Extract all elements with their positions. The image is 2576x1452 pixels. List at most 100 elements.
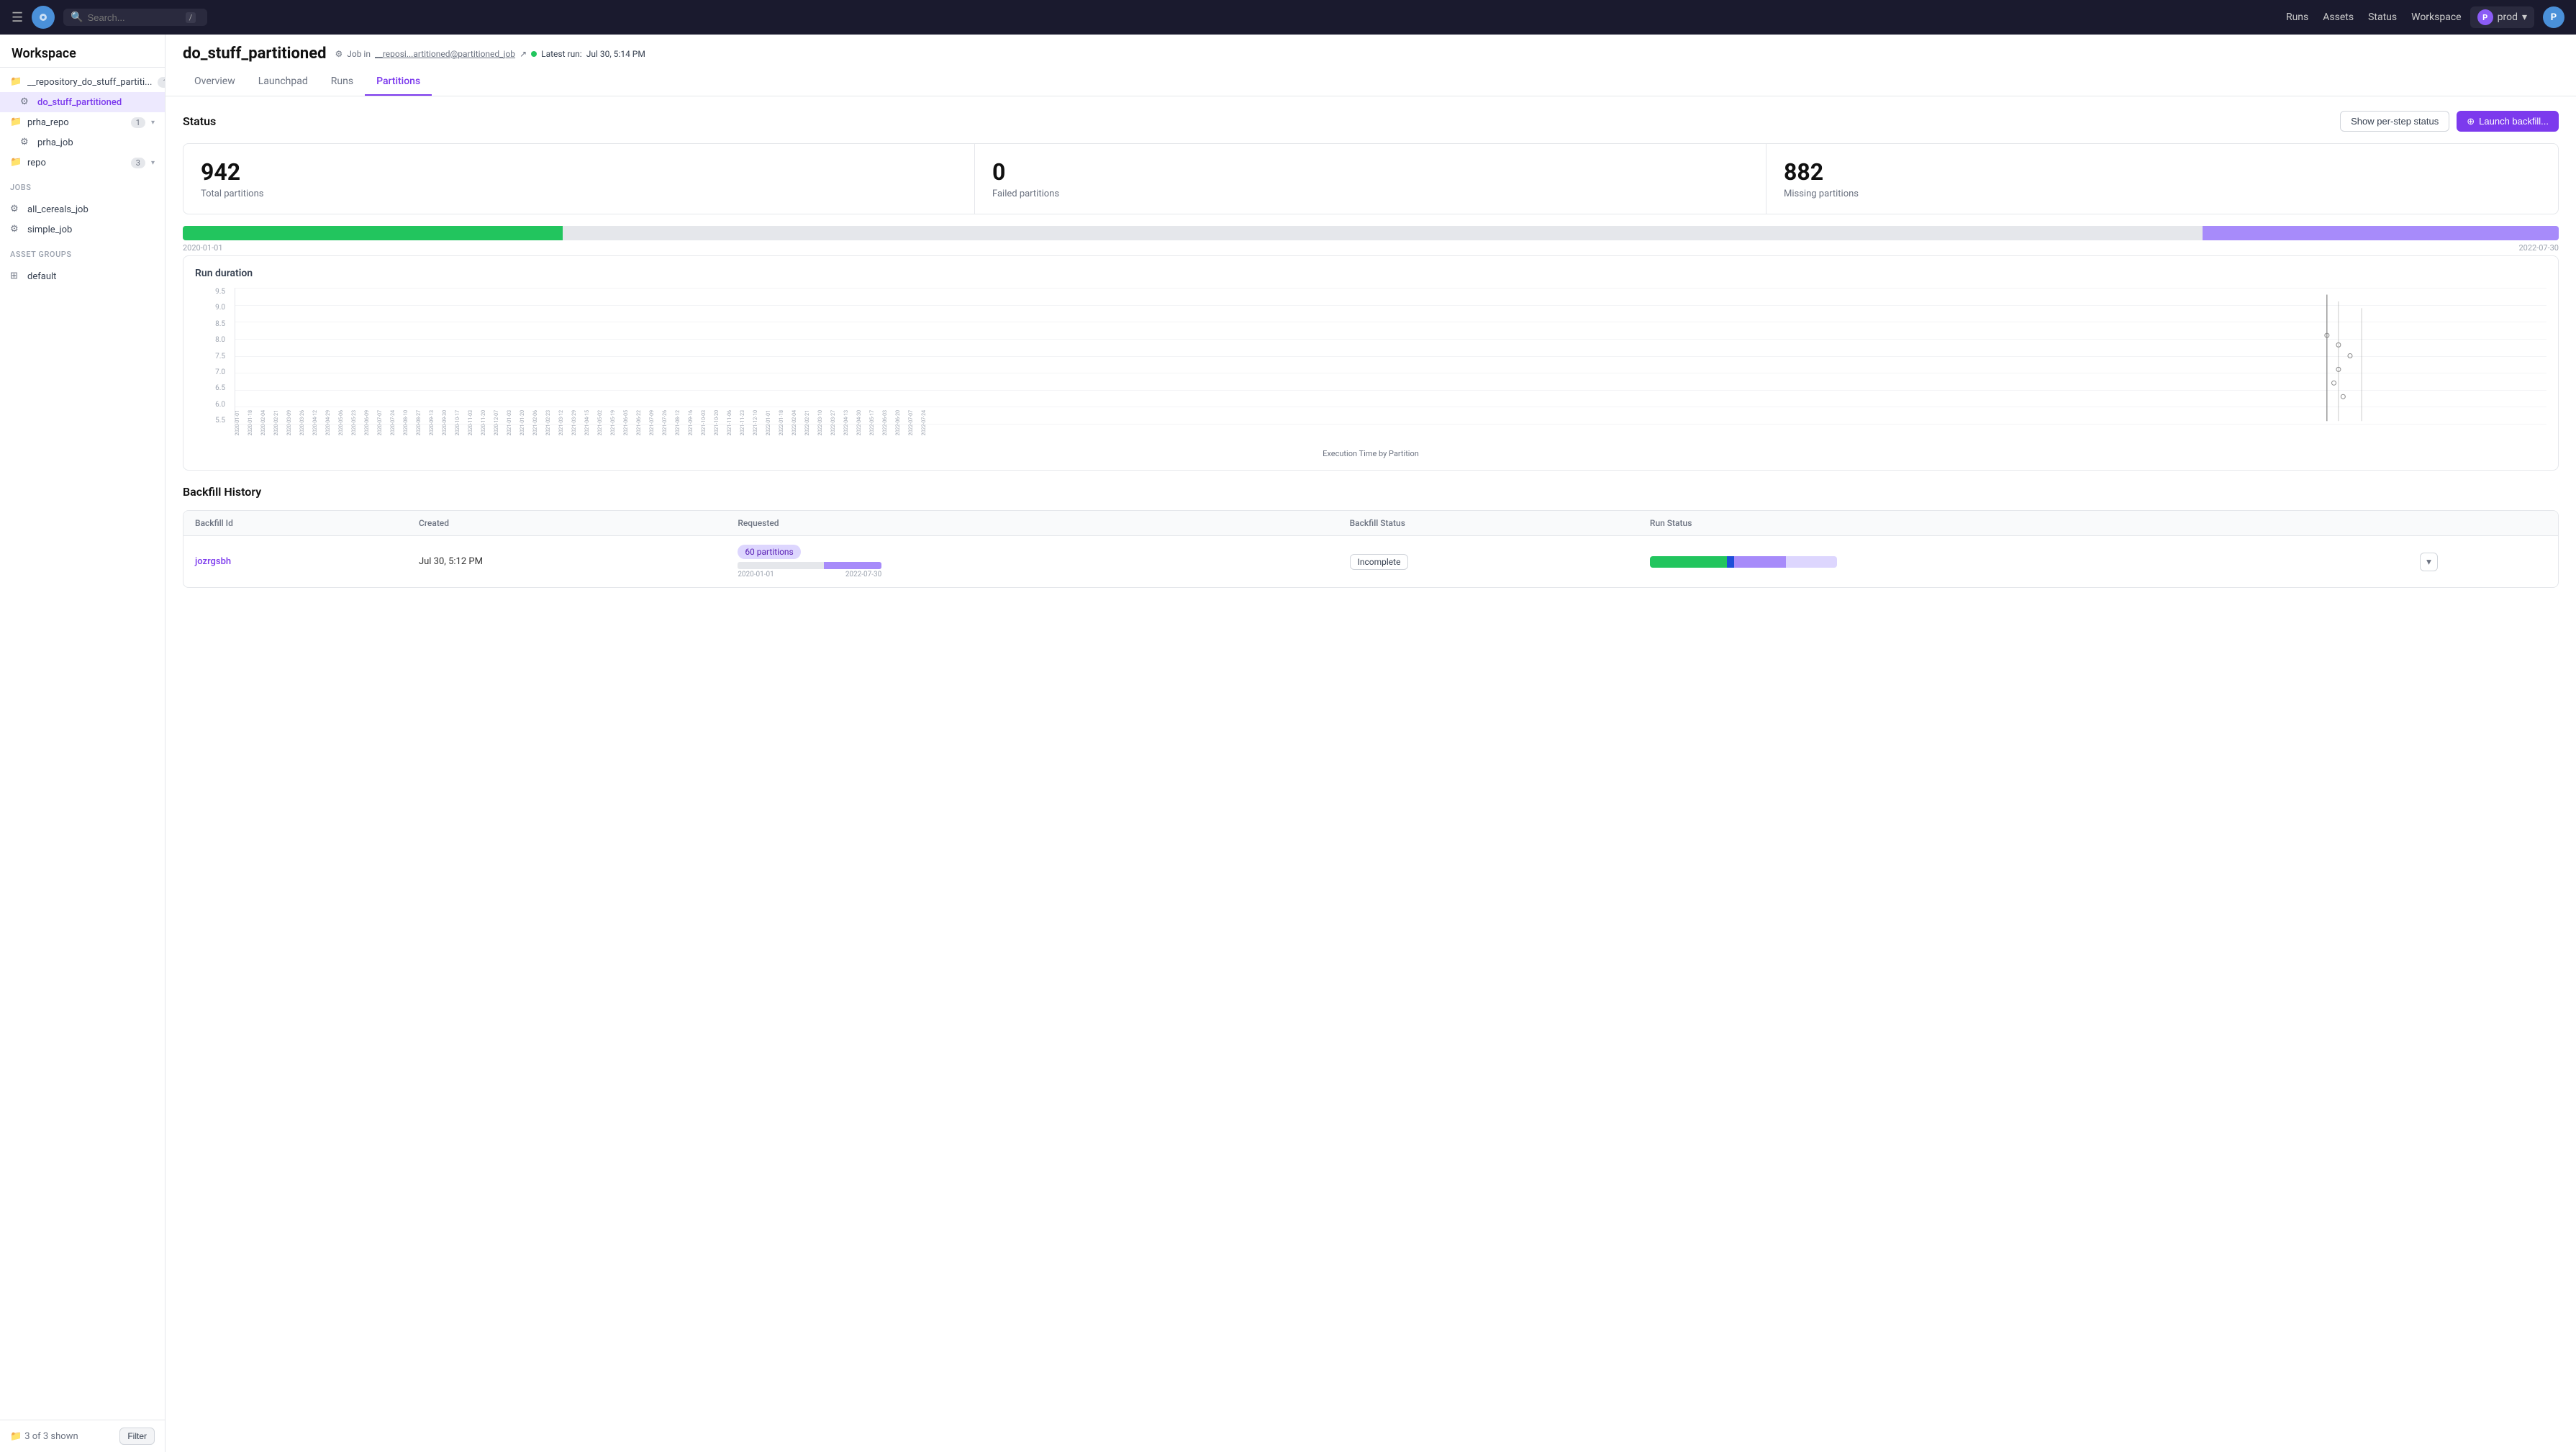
x-label-25: 2021-03-12 [558, 410, 571, 435]
x-label-31: 2021-06-22 [636, 410, 649, 435]
x-label-5: 2020-03-26 [299, 410, 312, 435]
stat-missing: 882 Missing partitions [1767, 144, 2558, 214]
asset-groups-label: Asset Groups [0, 244, 165, 262]
partition-bar[interactable] [183, 226, 2559, 240]
status-section-title: Status [183, 114, 216, 128]
sidebar-repos-section: 📁 __repository_do_stuff_partiti... 1 ▾ ⚙… [0, 68, 165, 177]
chart-plot [235, 288, 2546, 425]
run-duration-chart: Run duration 9.5 9.0 8.5 8.0 7.5 7.0 6.5… [183, 255, 2559, 471]
stats-grid: 942 Total partitions 0 Failed partitions… [183, 143, 2559, 214]
folder-icon-footer: 📁 [10, 1431, 22, 1442]
col-backfill-status: Backfill Status [1338, 511, 1638, 536]
launch-backfill-button[interactable]: ⊕ Launch backfill... [2457, 111, 2559, 132]
cell-backfill-id: jozrgsbh [183, 536, 407, 588]
nav-assets[interactable]: Assets [2323, 12, 2354, 23]
sidebar-item-repo1[interactable]: 📁 __repository_do_stuff_partiti... 1 ▾ [0, 72, 165, 92]
show-per-step-button[interactable]: Show per-step status [2340, 111, 2449, 132]
nav-status[interactable]: Status [2368, 12, 2397, 23]
run-status-bar [1650, 556, 1837, 568]
job-latest-run-label: Latest run: [541, 49, 582, 59]
tab-partitions[interactable]: Partitions [365, 68, 432, 96]
job-meta-link[interactable]: __reposi...artitioned@partitioned_job [375, 49, 515, 59]
x-label-49: 2022-05-17 [869, 410, 882, 435]
sidebar-simple-job-label: simple_job [27, 224, 155, 235]
partitions-content: Status Show per-step status ⊕ Launch bac… [165, 96, 2576, 602]
y-label-0: 9.5 [215, 288, 225, 296]
sidebar-count-label: 3 of 3 shown [24, 1431, 78, 1442]
tab-launchpad[interactable]: Launchpad [247, 68, 319, 96]
asset-groups-section: ⊞ default [0, 262, 165, 291]
sidebar-do-stuff-label: do_stuff_partitioned [37, 97, 155, 108]
x-label-40: 2021-12-10 [753, 410, 766, 435]
x-label-28: 2021-05-02 [597, 410, 610, 435]
x-label-48: 2022-04-30 [856, 410, 869, 435]
job-meta-prefix: Job in [347, 49, 371, 59]
hamburger-icon[interactable]: ☰ [12, 10, 23, 25]
run-status-dark [1727, 556, 1735, 568]
stat-failed: 0 Failed partitions [975, 144, 1767, 214]
external-link-icon: ↗ [520, 49, 527, 59]
asset-group-icon: ⊞ [10, 271, 22, 282]
job-icon3: ⚙ [10, 204, 22, 215]
plus-icon: ⊕ [2467, 116, 2475, 127]
x-label-10: 2020-06-09 [364, 410, 377, 435]
col-created: Created [407, 511, 726, 536]
nav-workspace[interactable]: Workspace [2411, 12, 2462, 23]
launch-backfill-label: Launch backfill... [2479, 116, 2549, 127]
jobs-section: ⚙ all_cereals_job ⚙ simple_job [0, 195, 165, 244]
tab-overview[interactable]: Overview [183, 68, 247, 96]
chart-y-axis: 9.5 9.0 8.5 8.0 7.5 7.0 6.5 6.0 5.5 [195, 288, 231, 425]
tab-runs[interactable]: Runs [319, 68, 365, 96]
backfill-table: Backfill Id Created Requested Backfill S… [183, 511, 2558, 587]
sidebar-item-prha-job[interactable]: ⚙ prha_job [0, 132, 165, 153]
x-label-44: 2022-02-21 [804, 410, 817, 435]
y-label-1: 9.0 [215, 304, 225, 312]
x-label-8: 2020-05-06 [338, 410, 351, 435]
y-label-5: 7.0 [215, 368, 225, 376]
x-label-20: 2020-12-07 [494, 410, 507, 435]
mini-bar-start: 2020-01-01 [738, 571, 774, 578]
x-label-41: 2022-01-01 [766, 410, 779, 435]
backfill-id-link[interactable]: jozrgsbh [195, 556, 231, 567]
workspace-switcher[interactable]: P prod ▾ [2470, 6, 2534, 28]
sidebar-item-prha-repo[interactable]: 📁 prha_repo 1 ▾ [0, 112, 165, 132]
x-label-23: 2021-02-06 [532, 410, 545, 435]
status-dot [531, 51, 537, 57]
sidebar-item-simple-job[interactable]: ⚙ simple_job [0, 219, 165, 240]
workspace-chevron-icon: ▾ [2522, 12, 2527, 23]
stat-total-number: 942 [201, 158, 957, 186]
sidebar-all-cereals-label: all_cereals_job [27, 204, 155, 215]
x-label-39: 2021-11-23 [740, 410, 753, 435]
sidebar-repo-count: 3 [131, 158, 145, 168]
chevron-down-icon2: ▾ [151, 119, 155, 127]
partitions-badge: 60 partitions [738, 545, 800, 559]
workspace-label: prod [2498, 12, 2518, 23]
job-icon: ⚙ [20, 96, 32, 108]
x-label-1: 2020-01-18 [248, 410, 260, 435]
sidebar-item-all-cereals[interactable]: ⚙ all_cereals_job [0, 199, 165, 219]
filter-button[interactable]: Filter [119, 1428, 155, 1445]
tabs: Overview Launchpad Runs Partitions [183, 68, 2559, 96]
search-input[interactable] [88, 12, 181, 23]
sidebar-item-default[interactable]: ⊞ default [0, 266, 165, 286]
x-label-14: 2020-08-27 [416, 410, 429, 435]
folder-icon: 📁 [10, 76, 22, 88]
x-label-53: 2022-07-24 [921, 410, 934, 435]
job-meta: ⚙ Job in __reposi...artitioned@partition… [335, 49, 645, 59]
user-menu[interactable]: P [2543, 6, 2564, 28]
chevron-down-icon3: ▾ [151, 159, 155, 167]
x-label-46: 2022-03-27 [830, 410, 843, 435]
x-label-21: 2021-01-03 [507, 410, 520, 435]
table-header-row: Backfill Id Created Requested Backfill S… [183, 511, 2558, 536]
x-label-27: 2021-04-15 [584, 410, 597, 435]
x-label-9: 2020-05-23 [351, 410, 364, 435]
search-bar[interactable]: 🔍 / [63, 9, 207, 26]
nav-runs[interactable]: Runs [2286, 12, 2308, 23]
x-label-4: 2020-03-09 [286, 410, 299, 435]
sidebar-item-repo[interactable]: 📁 repo 3 ▾ [0, 153, 165, 173]
chart-x-axis-label: Execution Time by Partition [195, 449, 2546, 458]
sidebar-item-do-stuff[interactable]: ⚙ do_stuff_partitioned [0, 92, 165, 112]
expand-row-button[interactable]: ▾ [2420, 553, 2438, 571]
sidebar-workspace-title: Workspace [0, 35, 165, 68]
jobs-section-label: Jobs [0, 177, 165, 195]
